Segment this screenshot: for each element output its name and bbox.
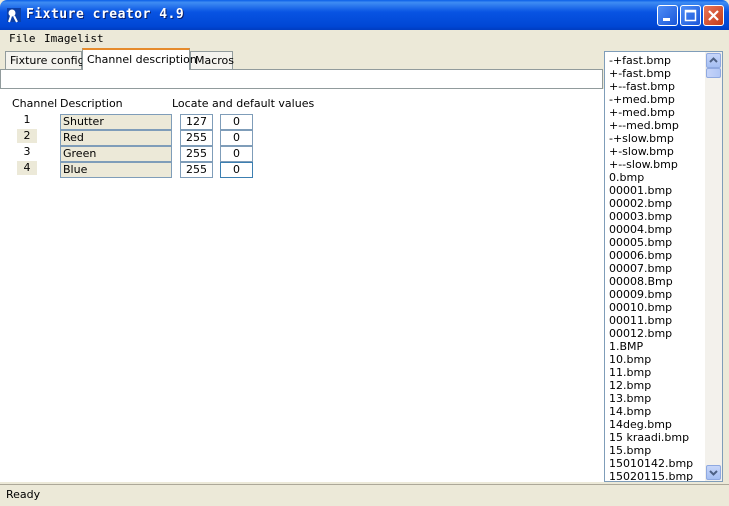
status-text: Ready bbox=[6, 488, 41, 501]
locate-value-field[interactable]: 255 bbox=[180, 146, 213, 162]
image-list-item[interactable]: +--med.bmp bbox=[609, 119, 705, 132]
header-channel: Channel bbox=[12, 97, 58, 110]
image-list-item[interactable]: 0.bmp bbox=[609, 171, 705, 184]
image-list-item[interactable]: 00012.bmp bbox=[609, 327, 705, 340]
image-list-item[interactable]: -+slow.bmp bbox=[609, 132, 705, 145]
locate-value-field[interactable]: 127 bbox=[180, 114, 213, 130]
image-list-item[interactable]: 00011.bmp bbox=[609, 314, 705, 327]
chevron-down-icon bbox=[709, 470, 718, 476]
image-list-item[interactable]: +--fast.bmp bbox=[609, 80, 705, 93]
menu-file[interactable]: File bbox=[9, 32, 36, 45]
maximize-button[interactable] bbox=[680, 5, 701, 26]
image-list-item[interactable]: -+fast.bmp bbox=[609, 54, 705, 67]
image-list-item[interactable]: 00002.bmp bbox=[609, 197, 705, 210]
window-title: Fixture creator 4.9 bbox=[26, 7, 185, 22]
tab-fixture-config[interactable]: Fixture config. bbox=[5, 51, 88, 69]
image-list-scrollbar[interactable] bbox=[705, 52, 722, 481]
header-values: Locate and default values bbox=[172, 97, 315, 110]
image-list-item[interactable]: 1.BMP bbox=[609, 340, 705, 353]
tab-channel-description[interactable]: Channel description bbox=[82, 48, 197, 70]
menu-bar: File Imagelist bbox=[0, 30, 729, 48]
channel-number: 1 bbox=[23, 113, 31, 126]
image-list-item[interactable]: -+med.bmp bbox=[609, 93, 705, 106]
image-list-item[interactable]: 10.bmp bbox=[609, 353, 705, 366]
minimize-button[interactable] bbox=[657, 5, 678, 26]
image-list-item[interactable]: 00006.bmp bbox=[609, 249, 705, 262]
scroll-up-button[interactable] bbox=[706, 53, 721, 68]
image-list-item[interactable]: 15020115.bmp bbox=[609, 470, 705, 481]
title-bar[interactable]: Fixture creator 4.9 bbox=[0, 0, 729, 30]
locate-value-field[interactable]: 255 bbox=[180, 162, 213, 178]
image-list-item[interactable]: 00008.Bmp bbox=[609, 275, 705, 288]
close-icon bbox=[708, 10, 719, 21]
channel-description-field[interactable]: Green bbox=[60, 146, 172, 162]
channel-description-field[interactable]: Blue bbox=[60, 162, 172, 178]
default-value-field[interactable]: 0 bbox=[220, 146, 253, 162]
maximize-icon bbox=[684, 9, 697, 22]
image-list-item[interactable]: 00005.bmp bbox=[609, 236, 705, 249]
image-list-item[interactable]: +-fast.bmp bbox=[609, 67, 705, 80]
menu-imagelist[interactable]: Imagelist bbox=[44, 32, 104, 45]
image-list-item[interactable]: 00004.bmp bbox=[609, 223, 705, 236]
image-list-item[interactable]: 00009.bmp bbox=[609, 288, 705, 301]
image-list-item[interactable]: 00007.bmp bbox=[609, 262, 705, 275]
image-list-item[interactable]: 15.bmp bbox=[609, 444, 705, 457]
image-list-item[interactable]: 14.bmp bbox=[609, 405, 705, 418]
channel-number: 3 bbox=[23, 145, 31, 158]
channel-description-field[interactable]: Shutter bbox=[60, 114, 172, 130]
scroll-thumb[interactable] bbox=[706, 68, 721, 78]
image-list-item[interactable]: 00003.bmp bbox=[609, 210, 705, 223]
default-value-field[interactable]: 0 bbox=[220, 162, 253, 178]
image-list-item[interactable]: 00001.bmp bbox=[609, 184, 705, 197]
channel-description-panel: Channel Description Locate and default v… bbox=[0, 89, 604, 482]
image-list-item[interactable]: 00010.bmp bbox=[609, 301, 705, 314]
image-list-item[interactable]: 11.bmp bbox=[609, 366, 705, 379]
default-value-field[interactable]: 0 bbox=[220, 130, 253, 146]
image-list-item[interactable]: +-med.bmp bbox=[609, 106, 705, 119]
tab-header-strip bbox=[0, 69, 603, 89]
image-list-item[interactable]: 13.bmp bbox=[609, 392, 705, 405]
image-list-item[interactable]: 12.bmp bbox=[609, 379, 705, 392]
locate-value-field[interactable]: 255 bbox=[180, 130, 213, 146]
status-bar: Ready bbox=[0, 484, 729, 506]
image-list-item[interactable]: +--slow.bmp bbox=[609, 158, 705, 171]
minimize-icon bbox=[663, 18, 670, 21]
channel-number: 4 bbox=[17, 161, 37, 175]
scroll-down-button[interactable] bbox=[706, 465, 721, 480]
app-icon bbox=[7, 8, 21, 23]
image-list-item[interactable]: +-slow.bmp bbox=[609, 145, 705, 158]
image-list-item[interactable]: 15010142.bmp bbox=[609, 457, 705, 470]
image-list-item[interactable]: 15 kraadi.bmp bbox=[609, 431, 705, 444]
default-value-field[interactable]: 0 bbox=[220, 114, 253, 130]
channel-description-field[interactable]: Red bbox=[60, 130, 172, 146]
close-button[interactable] bbox=[703, 5, 724, 26]
header-description: Description bbox=[60, 97, 123, 110]
channel-number: 2 bbox=[17, 129, 37, 143]
tab-bar: Fixture config. Channel description Macr… bbox=[0, 48, 603, 70]
image-list-item[interactable]: 14deg.bmp bbox=[609, 418, 705, 431]
chevron-up-icon bbox=[709, 57, 718, 63]
image-list[interactable]: -+fast.bmp +-fast.bmp +--fast.bmp -+med.bmp… bbox=[604, 51, 723, 482]
app-window: Fixture creator 4.9 File Imagelist Fixtu… bbox=[0, 0, 729, 506]
